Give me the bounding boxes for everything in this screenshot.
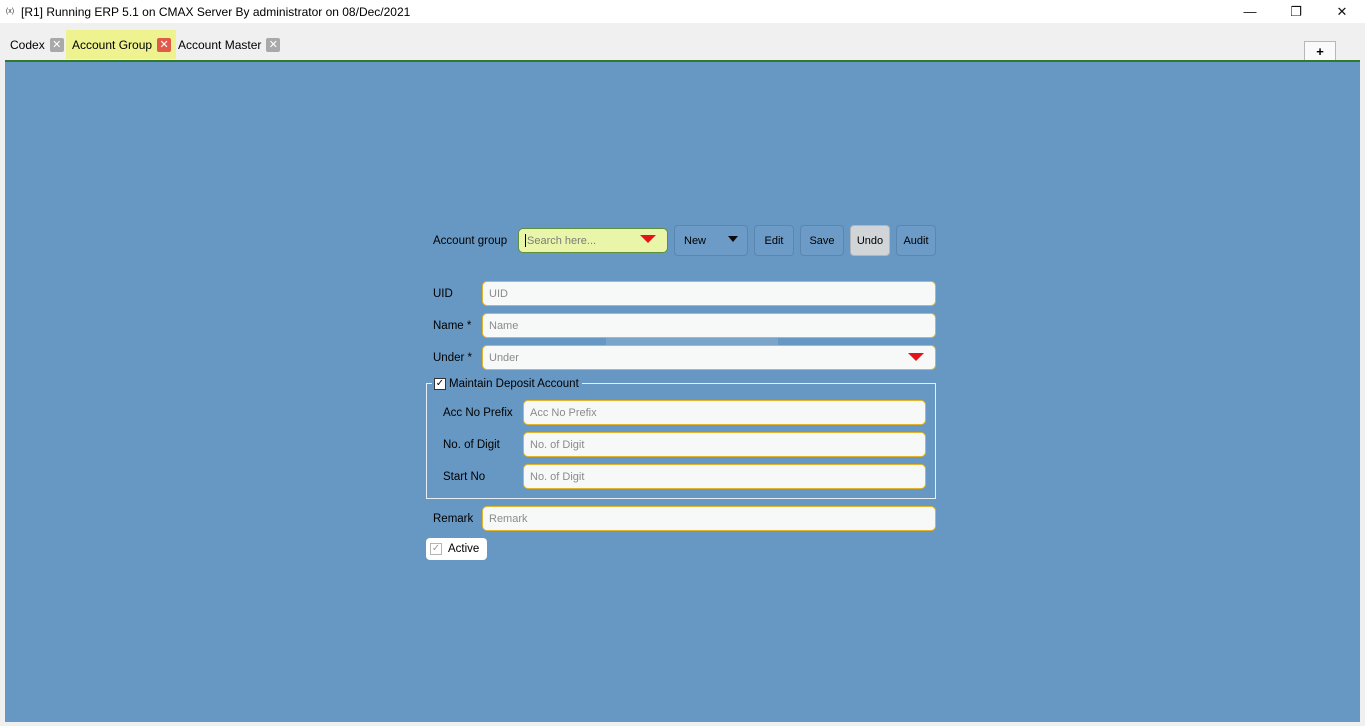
add-tab-button[interactable]: +: [1304, 41, 1336, 62]
start-no-label: Start No: [443, 471, 486, 483]
search-dropdown-arrow-icon[interactable]: [640, 235, 656, 243]
tab-account-master[interactable]: Account Master ✕: [172, 30, 285, 59]
maintain-deposit-legend[interactable]: ✓ Maintain Deposit Account: [432, 376, 582, 392]
new-button-label: New: [684, 234, 707, 247]
audit-button[interactable]: Audit: [896, 225, 936, 256]
name-placeholder: Name: [489, 319, 519, 332]
start-no-placeholder: No. of Digit: [530, 470, 585, 483]
uid-input[interactable]: UID: [482, 281, 936, 306]
under-select[interactable]: Under: [482, 345, 936, 370]
acc-prefix-label: Acc No Prefix: [443, 407, 513, 419]
uid-label: UID: [433, 288, 453, 300]
acc-prefix-input[interactable]: Acc No Prefix: [523, 400, 926, 425]
app-icon: (x): [5, 7, 15, 15]
save-button[interactable]: Save: [800, 225, 844, 256]
under-label: Under *: [433, 352, 472, 364]
close-tab-icon[interactable]: ✕: [49, 37, 64, 52]
maintain-deposit-label: Maintain Deposit Account: [449, 378, 579, 390]
digits-placeholder: No. of Digit: [530, 438, 585, 451]
bottom-border: [0, 722, 1365, 726]
restore-button[interactable]: ❐: [1273, 0, 1319, 23]
window-controls: — ❐ ✕: [1227, 0, 1365, 23]
main-panel: Account group Search here... New Edit Sa…: [5, 62, 1360, 722]
undo-button[interactable]: Undo: [850, 225, 890, 256]
tab-label: Codex: [10, 37, 45, 52]
new-dropdown-arrow-icon[interactable]: [728, 236, 738, 242]
close-tab-icon[interactable]: ✕: [157, 37, 172, 52]
tab-label: Account Master: [178, 37, 262, 52]
under-dropdown-arrow-icon[interactable]: [908, 353, 924, 361]
remark-label: Remark: [433, 513, 474, 525]
remark-placeholder: Remark: [489, 512, 528, 525]
name-label: Name *: [433, 320, 472, 332]
active-toggle[interactable]: ✓ Active: [426, 538, 488, 560]
active-checkbox[interactable]: ✓: [430, 543, 442, 555]
window-title: [R1] Running ERP 5.1 on CMAX Server By a…: [21, 4, 411, 19]
under-placeholder: Under: [489, 351, 519, 364]
active-label: Active: [448, 543, 480, 555]
tab-strip: Codex ✕ Account Group ✕ Account Master ✕…: [0, 23, 1365, 62]
uid-placeholder: UID: [489, 287, 508, 300]
close-tab-icon[interactable]: ✕: [266, 37, 281, 52]
tab-account-group[interactable]: Account Group ✕: [66, 30, 177, 59]
account-group-label: Account group: [433, 235, 508, 247]
remark-input[interactable]: Remark: [482, 506, 936, 531]
start-no-input[interactable]: No. of Digit: [523, 464, 926, 489]
tab-codex[interactable]: Codex ✕: [4, 30, 69, 59]
acc-prefix-placeholder: Acc No Prefix: [530, 406, 597, 419]
minimize-button[interactable]: —: [1227, 0, 1273, 23]
name-input[interactable]: Name: [482, 313, 936, 338]
close-window-button[interactable]: ✕: [1319, 0, 1365, 23]
digits-label: No. of Digit: [443, 439, 500, 451]
edit-button[interactable]: Edit: [754, 225, 794, 256]
tab-label: Account Group: [72, 37, 153, 52]
title-bar: (x) [R1] Running ERP 5.1 on CMAX Server …: [0, 0, 1365, 23]
text-cursor: [525, 234, 526, 247]
maintain-deposit-checkbox[interactable]: ✓: [434, 378, 446, 390]
search-placeholder: Search here...: [527, 234, 597, 247]
digits-input[interactable]: No. of Digit: [523, 432, 926, 457]
